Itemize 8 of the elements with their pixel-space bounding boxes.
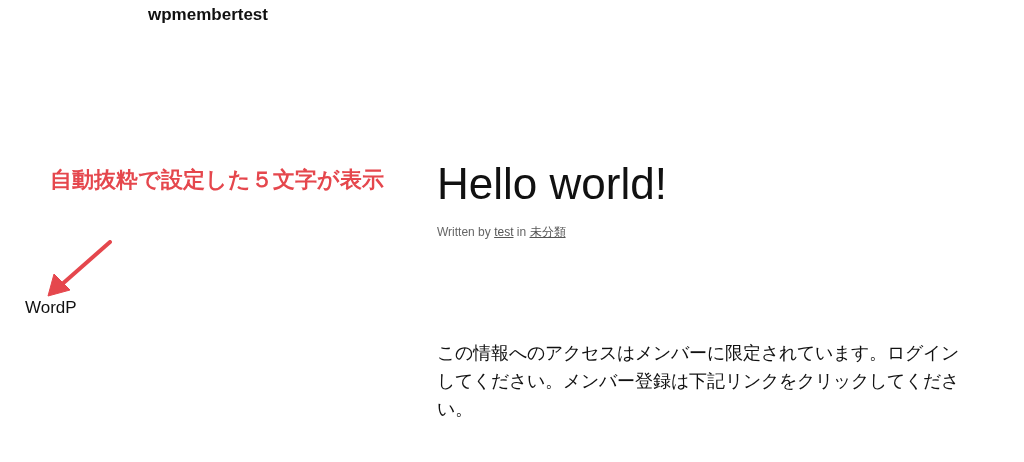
- author-link[interactable]: test: [494, 225, 514, 239]
- post-title: Hello world!: [437, 158, 667, 210]
- post-excerpt: WordP: [25, 298, 77, 318]
- post-body: この情報へのアクセスはメンバーに限定されています。ログインしてください。メンバー登録は下記リンクをクリックしてください。: [437, 342, 960, 421]
- post-meta: Written by test in 未分類: [437, 224, 566, 241]
- annotation-text: 自動抜粋で設定した５文字が表示: [50, 166, 384, 194]
- site-title[interactable]: wpmembertest: [148, 5, 268, 25]
- category-link[interactable]: 未分類: [529, 225, 566, 239]
